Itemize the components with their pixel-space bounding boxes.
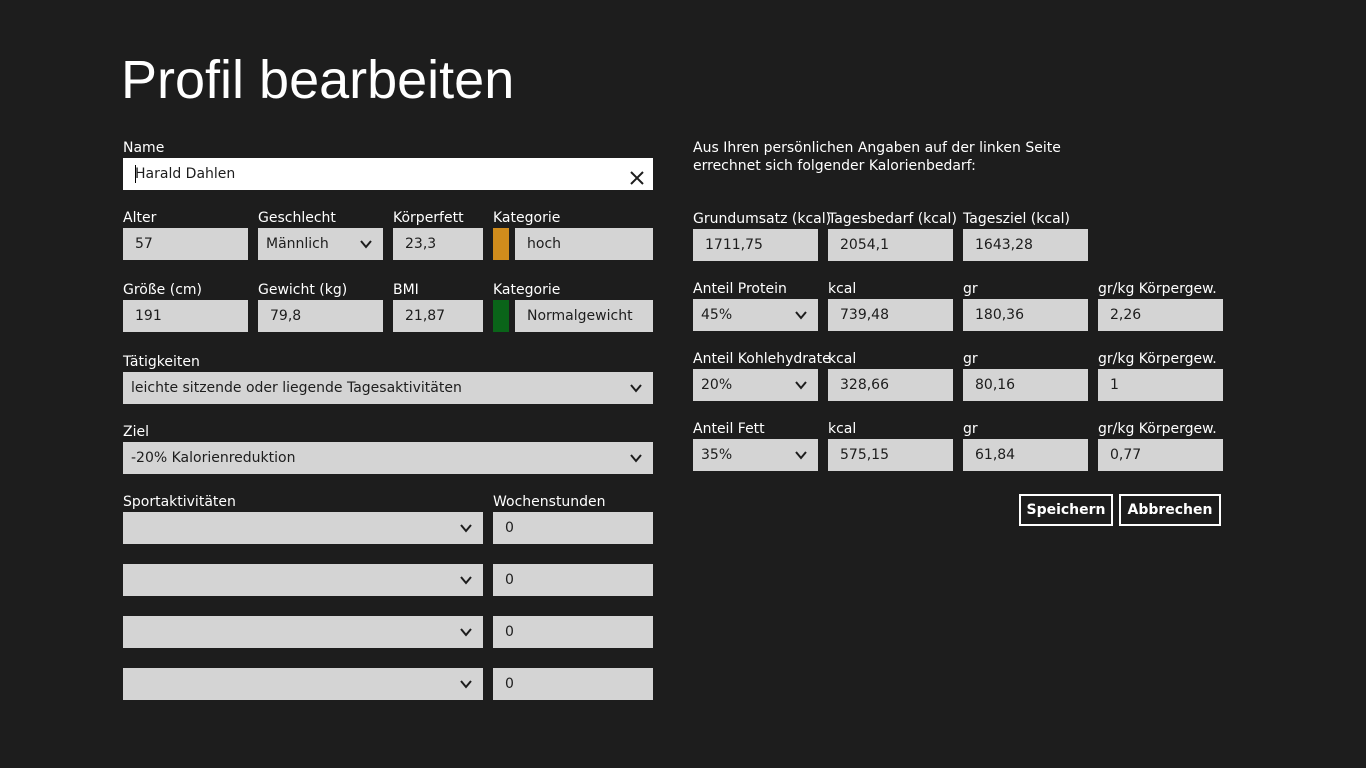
- chevron-down-icon: [629, 381, 643, 395]
- height-label: Größe (cm): [123, 282, 203, 298]
- carbs-gr-label: gr: [963, 351, 978, 367]
- profile-edit-page: Profil bearbeiten Name Harald Dahlen Alt…: [0, 0, 1366, 768]
- weight-label: Gewicht (kg): [258, 282, 348, 298]
- fat-grkg-field: 0,77: [1098, 439, 1223, 471]
- fat-share-label: Anteil Fett: [693, 421, 765, 437]
- carbs-gr-field: 80,16: [963, 369, 1088, 401]
- carbs-share-label: Anteil Kohlehydrate: [693, 351, 831, 367]
- name-input[interactable]: Harald Dahlen: [123, 158, 653, 190]
- carbs-share-value: 20%: [701, 377, 733, 393]
- bmr-field: 1711,75: [693, 229, 818, 261]
- bodyfat-label: Körperfett: [393, 210, 464, 226]
- chevron-down-icon: [459, 677, 473, 691]
- activities-value: leichte sitzende oder liegende Tagesakti…: [131, 380, 462, 396]
- weekly-hours-input[interactable]: 0: [493, 616, 653, 648]
- protein-share-value: 45%: [701, 307, 733, 323]
- name-label: Name: [123, 140, 165, 156]
- daily-need-label: Tagesbedarf (kcal): [828, 211, 957, 227]
- sport-activity-select[interactable]: [123, 668, 483, 700]
- fat-gr-field: 61,84: [963, 439, 1088, 471]
- text-caret: [135, 165, 136, 183]
- fat-grkg-label: gr/kg Körpergew.: [1098, 421, 1217, 437]
- category-label-2: Kategorie: [493, 282, 561, 298]
- cancel-button[interactable]: Abbrechen: [1119, 494, 1221, 526]
- goal-label: Ziel: [123, 424, 149, 440]
- sport-label: Sportaktivitäten: [123, 494, 236, 510]
- weekly-hours-input[interactable]: 0: [493, 668, 653, 700]
- category-field-2: Normalgewicht: [515, 300, 653, 332]
- protein-kcal-field: 739,48: [828, 299, 953, 331]
- height-input[interactable]: 191: [123, 300, 248, 332]
- daily-goal-field: 1643,28: [963, 229, 1088, 261]
- carbs-grkg-field: 1: [1098, 369, 1223, 401]
- daily-goal-label: Tagesziel (kcal): [963, 211, 1070, 227]
- fat-gr-label: gr: [963, 421, 978, 437]
- weekly-hours-input[interactable]: 0: [493, 564, 653, 596]
- chevron-down-icon: [459, 521, 473, 535]
- bmi-label: BMI: [393, 282, 419, 298]
- bmr-label: Grundumsatz (kcal): [693, 211, 832, 227]
- chevron-down-icon: [459, 573, 473, 587]
- weekly-hours-label: Wochenstunden: [493, 494, 606, 510]
- sport-activity-select[interactable]: [123, 616, 483, 648]
- close-icon[interactable]: [629, 166, 645, 185]
- category-label-1: Kategorie: [493, 210, 561, 226]
- category-color-swatch-high: [493, 228, 509, 260]
- chevron-down-icon: [794, 448, 808, 462]
- gender-select[interactable]: Männlich: [258, 228, 383, 260]
- fat-kcal-label: kcal: [828, 421, 857, 437]
- activities-select[interactable]: leichte sitzende oder liegende Tagesakti…: [123, 372, 653, 404]
- protein-share-label: Anteil Protein: [693, 281, 787, 297]
- age-label: Alter: [123, 210, 157, 226]
- save-button[interactable]: Speichern: [1019, 494, 1113, 526]
- weight-input[interactable]: 79,8: [258, 300, 383, 332]
- name-value: Harald Dahlen: [135, 166, 236, 182]
- chevron-down-icon: [359, 237, 373, 251]
- goal-value: -20% Kalorienreduktion: [131, 450, 296, 466]
- protein-gr-label: gr: [963, 281, 978, 297]
- category-field-1: hoch: [515, 228, 653, 260]
- weekly-hours-input[interactable]: 0: [493, 512, 653, 544]
- protein-share-select[interactable]: 45%: [693, 299, 818, 331]
- chevron-down-icon: [459, 625, 473, 639]
- activities-label: Tätigkeiten: [123, 354, 200, 370]
- chevron-down-icon: [794, 308, 808, 322]
- gender-label: Geschlecht: [258, 210, 336, 226]
- sport-activity-select[interactable]: [123, 512, 483, 544]
- carbs-kcal-field: 328,66: [828, 369, 953, 401]
- carbs-grkg-label: gr/kg Körpergew.: [1098, 351, 1217, 367]
- gender-value: Männlich: [266, 236, 329, 252]
- goal-select[interactable]: -20% Kalorienreduktion: [123, 442, 653, 474]
- page-title: Profil bearbeiten: [121, 50, 515, 110]
- protein-gr-field: 180,36: [963, 299, 1088, 331]
- chevron-down-icon: [794, 378, 808, 392]
- carbs-share-select[interactable]: 20%: [693, 369, 818, 401]
- protein-kcal-label: kcal: [828, 281, 857, 297]
- age-input[interactable]: 57: [123, 228, 248, 260]
- category-color-swatch-normal: [493, 300, 509, 332]
- sport-activity-select[interactable]: [123, 564, 483, 596]
- calorie-intro-text: Aus Ihren persönlichen Angaben auf der l…: [693, 140, 1061, 174]
- bodyfat-input[interactable]: 23,3: [393, 228, 483, 260]
- chevron-down-icon: [629, 451, 643, 465]
- fat-share-select[interactable]: 35%: [693, 439, 818, 471]
- fat-kcal-field: 575,15: [828, 439, 953, 471]
- carbs-kcal-label: kcal: [828, 351, 857, 367]
- protein-grkg-field: 2,26: [1098, 299, 1223, 331]
- fat-share-value: 35%: [701, 447, 733, 463]
- daily-need-field: 2054,1: [828, 229, 953, 261]
- bmi-field: 21,87: [393, 300, 483, 332]
- protein-grkg-label: gr/kg Körpergew.: [1098, 281, 1217, 297]
